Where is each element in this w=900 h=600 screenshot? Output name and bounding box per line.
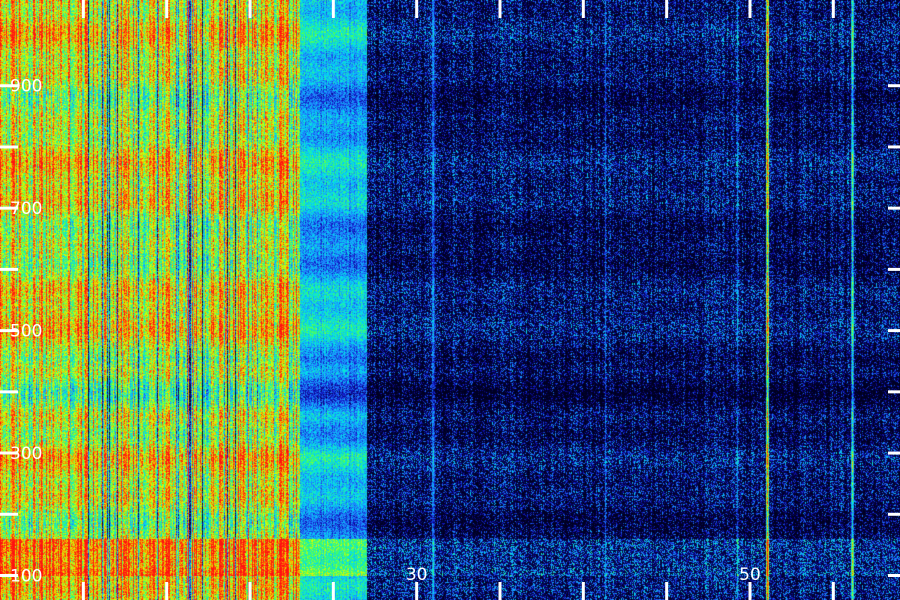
y-tick-label: 900 (10, 77, 42, 97)
y-tick-label: 700 (10, 199, 42, 219)
x-tick-label: 30 (406, 565, 428, 585)
y-tick-label: 500 (10, 322, 42, 342)
y-tick-label: 100 (10, 567, 42, 587)
x-tick-label: 50 (739, 565, 761, 585)
axis-overlay: 30 50 100 300 500 700 900 (0, 0, 900, 600)
y-tick-label: 300 (10, 444, 42, 464)
